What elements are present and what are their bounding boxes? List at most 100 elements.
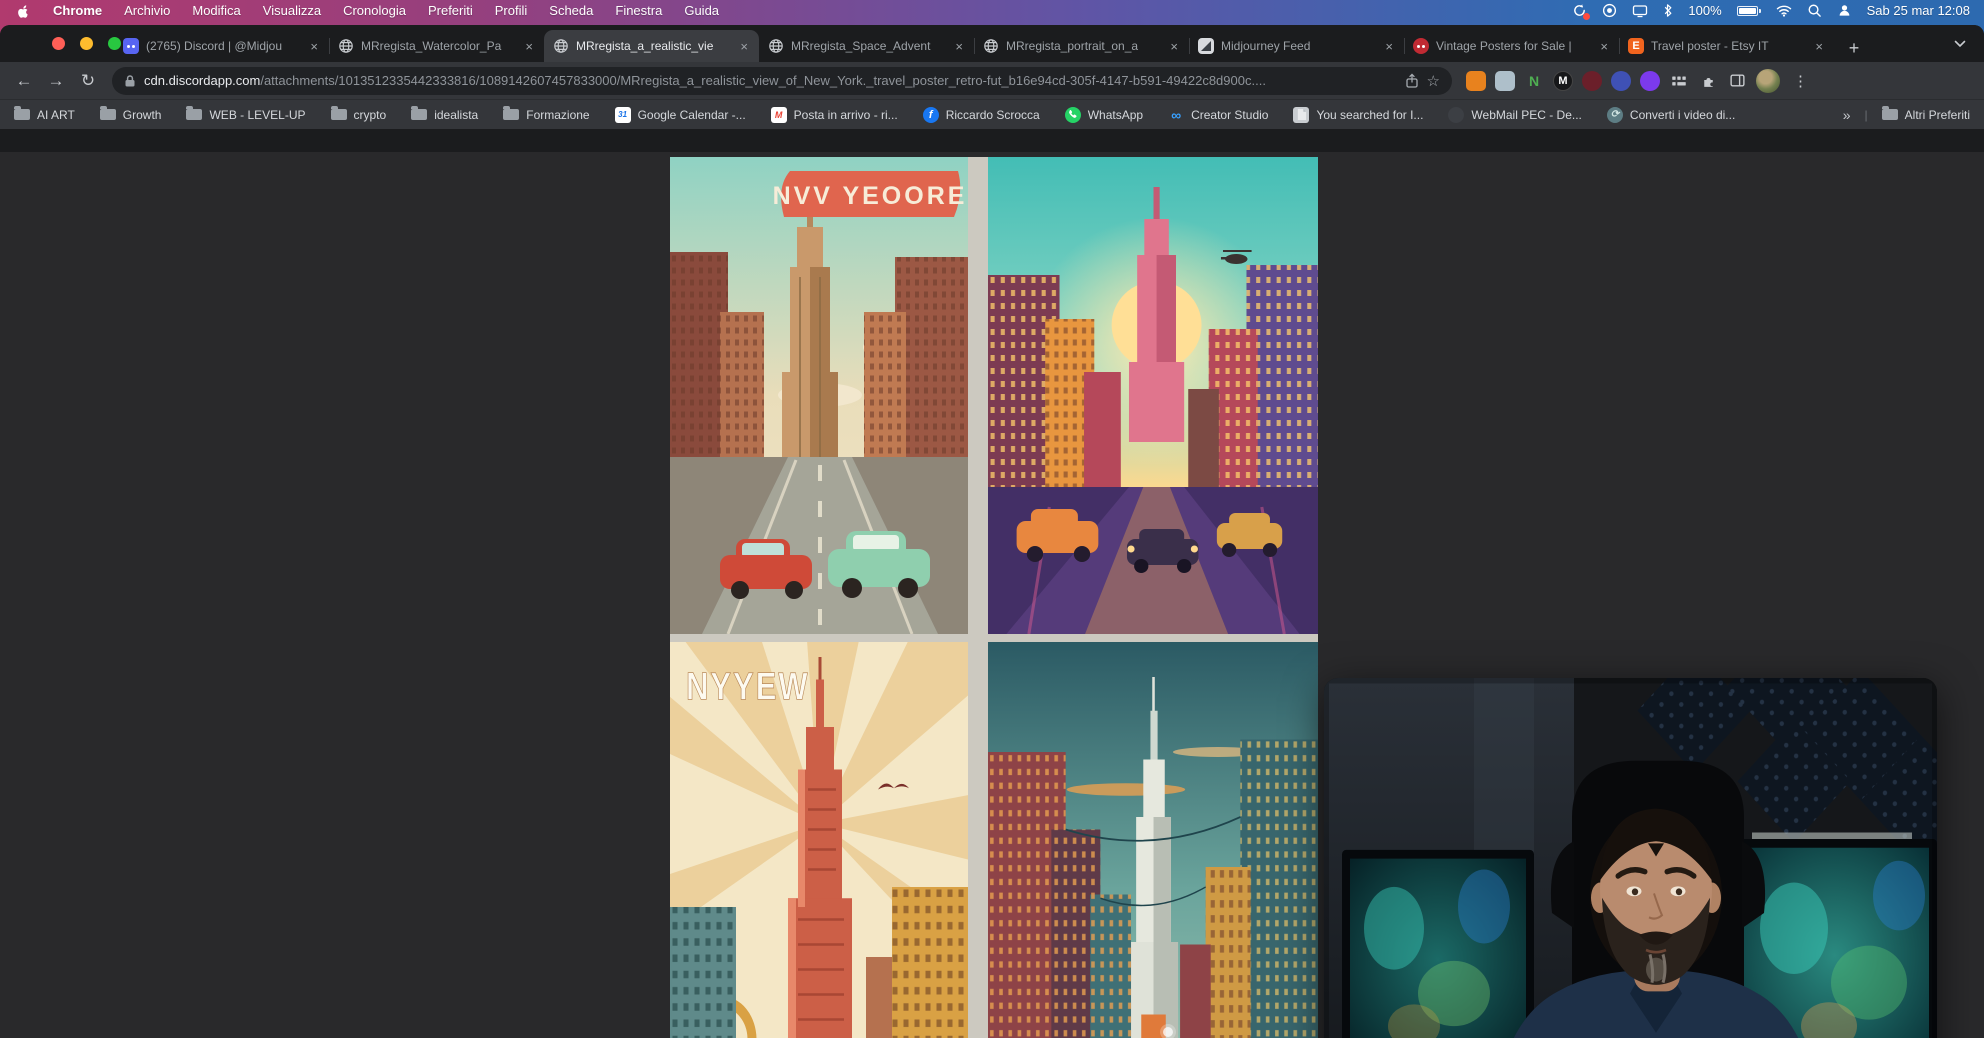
- close-tab-icon[interactable]: ×: [1168, 39, 1180, 54]
- close-tab-icon[interactable]: ×: [1813, 39, 1825, 54]
- bookmark-facebook-profile[interactable]: fRiccardo Scrocca: [923, 107, 1040, 123]
- menu-cronologia[interactable]: Cronologia: [343, 3, 406, 18]
- spotlight-icon[interactable]: [1807, 3, 1822, 18]
- bookmark-google-calendar[interactable]: 31Google Calendar -...: [615, 107, 746, 123]
- bluetooth-icon[interactable]: [1663, 3, 1673, 18]
- tab-search-chevron-icon[interactable]: [1954, 35, 1966, 53]
- reload-button[interactable]: ↻: [74, 67, 102, 95]
- midjourney-image-grid[interactable]: NVV YEOORE: [670, 157, 1318, 1038]
- bookmark-label: Posta in arrivo - ri...: [794, 108, 898, 122]
- menu-modifica[interactable]: Modifica: [192, 3, 240, 18]
- folder-icon: [503, 109, 519, 120]
- tab-watercolor[interactable]: MRregista_Watercolor_Pa ×: [329, 30, 544, 62]
- bookmark-label: Converti i video di...: [1630, 108, 1735, 122]
- google-calendar-icon: 31: [615, 107, 631, 123]
- ext-m-icon[interactable]: M: [1553, 71, 1573, 91]
- whatsapp-icon: [1065, 107, 1081, 123]
- vintage-favicon: [1413, 38, 1429, 54]
- share-icon[interactable]: [1405, 73, 1419, 89]
- menu-finestra[interactable]: Finestra: [615, 3, 662, 18]
- tab-vintage-posters[interactable]: Vintage Posters for Sale | ×: [1404, 30, 1619, 62]
- tab-midjourney-feed[interactable]: Midjourney Feed ×: [1189, 30, 1404, 62]
- bookmark-formazione[interactable]: Formazione: [503, 108, 589, 122]
- desktop: Chrome Archivio Modifica Visualizza Cron…: [0, 0, 1984, 1038]
- bookmark-label: AI ART: [37, 108, 75, 122]
- bookmarks-bar: AI ART Growth WEB - LEVEL-UP crypto idea…: [0, 99, 1984, 129]
- close-tab-icon[interactable]: ×: [523, 39, 535, 54]
- bookmark-web-level-up[interactable]: WEB - LEVEL-UP: [186, 108, 305, 122]
- menubar-clock[interactable]: Sab 25 mar 12:08: [1867, 3, 1970, 18]
- bookmark-label: WebMail PEC - De...: [1471, 108, 1581, 122]
- bookmark-growth[interactable]: Growth: [100, 108, 162, 122]
- sync-status-icon[interactable]: [1572, 3, 1587, 18]
- bookmark-creator-studio[interactable]: ∞Creator Studio: [1168, 107, 1268, 123]
- bookmark-gmail-inbox[interactable]: MPosta in arrivo - ri...: [771, 107, 898, 123]
- ext-maroon-icon[interactable]: [1582, 71, 1602, 91]
- bookmark-converti-video[interactable]: ⟳Converti i video di...: [1607, 107, 1735, 123]
- extensions-puzzle-icon[interactable]: [1698, 71, 1718, 91]
- globe-favicon: [553, 38, 569, 54]
- bookmark-label: idealista: [434, 108, 478, 122]
- webcam-overlay: [1324, 678, 1937, 1038]
- tab-etsy[interactable]: E Travel poster - Etsy IT ×: [1619, 30, 1834, 62]
- tab-space-adventure[interactable]: MRregista_Space_Advent ×: [759, 30, 974, 62]
- ext-green-icon[interactable]: N: [1524, 71, 1544, 91]
- poster-sunset-street: [988, 157, 1318, 634]
- back-button[interactable]: ←: [10, 67, 38, 95]
- menu-dots-icon[interactable]: ⋮: [1789, 72, 1813, 90]
- display-icon[interactable]: [1632, 4, 1648, 18]
- ext-metamask-icon[interactable]: [1466, 71, 1486, 91]
- menu-archivio[interactable]: Archivio: [124, 3, 170, 18]
- poster-retro-new-york: NVV YEOORE: [670, 157, 968, 634]
- tab-label: MRregista_Space_Advent: [791, 39, 946, 53]
- lock-icon: [124, 74, 136, 88]
- tab-realistic-view-active[interactable]: MRregista_a_realistic_vie ×: [544, 30, 759, 62]
- new-tab-button[interactable]: +: [1840, 34, 1868, 62]
- left-monitor: [1342, 850, 1534, 1038]
- menu-scheda[interactable]: Scheda: [549, 3, 593, 18]
- menu-chrome[interactable]: Chrome: [53, 3, 102, 18]
- ext-teal-icon[interactable]: [1495, 71, 1515, 91]
- bookmark-webmail-pec[interactable]: WebMail PEC - De...: [1448, 107, 1581, 123]
- url-path: /attachments/1013512335442333816/1089142…: [260, 73, 1266, 88]
- tab-discord[interactable]: (2765) Discord | @Midjou ×: [114, 30, 329, 62]
- bookmark-crypto[interactable]: crypto: [331, 108, 387, 122]
- close-tab-icon[interactable]: ×: [308, 39, 320, 54]
- tab-portrait[interactable]: MRregista_portrait_on_a ×: [974, 30, 1189, 62]
- apple-menu-icon[interactable]: [16, 3, 31, 19]
- address-bar[interactable]: cdn.discordapp.com/attachments/101351233…: [112, 67, 1452, 95]
- close-tab-icon[interactable]: ×: [738, 39, 750, 54]
- bookmark-star-icon[interactable]: ☆: [1427, 72, 1440, 90]
- ext-purple-icon[interactable]: [1640, 71, 1660, 91]
- close-tab-icon[interactable]: ×: [1383, 39, 1395, 54]
- wifi-icon[interactable]: [1776, 4, 1792, 17]
- forward-button[interactable]: →: [42, 67, 70, 95]
- user-switch-icon[interactable]: [1837, 3, 1852, 18]
- menu-preferiti[interactable]: Preferiti: [428, 3, 473, 18]
- tab-label: (2765) Discord | @Midjou: [146, 39, 301, 53]
- record-icon[interactable]: [1602, 3, 1617, 18]
- sidebar-icon[interactable]: [1727, 71, 1747, 91]
- minimize-window-button[interactable]: [80, 37, 93, 50]
- close-window-button[interactable]: [52, 37, 65, 50]
- bookmark-ai-art[interactable]: AI ART: [14, 108, 75, 122]
- bookmark-you-searched[interactable]: You searched for I...: [1293, 107, 1423, 123]
- bookmarks-overflow-chevron[interactable]: »: [1843, 107, 1851, 123]
- folder-icon: [14, 109, 30, 120]
- close-tab-icon[interactable]: ×: [1598, 39, 1610, 54]
- profile-avatar[interactable]: [1756, 69, 1780, 93]
- close-tab-icon[interactable]: ×: [953, 39, 965, 54]
- bookmark-altri-preferiti[interactable]: Altri Preferiti: [1882, 108, 1970, 122]
- bookmark-label: Growth: [123, 108, 162, 122]
- browser-toolbar: ← → ↻ cdn.discordapp.com/attachments/101…: [0, 62, 1984, 99]
- folder-icon: [331, 109, 347, 120]
- ext-blue-icon[interactable]: [1611, 71, 1631, 91]
- meta-infinity-icon: ∞: [1168, 107, 1184, 123]
- menu-visualizza[interactable]: Visualizza: [263, 3, 321, 18]
- bookmark-label: WEB - LEVEL-UP: [209, 108, 305, 122]
- bookmark-whatsapp[interactable]: WhatsApp: [1065, 107, 1143, 123]
- keyboard-icon[interactable]: [1669, 71, 1689, 91]
- menu-profili[interactable]: Profili: [495, 3, 528, 18]
- menu-guida[interactable]: Guida: [684, 3, 719, 18]
- bookmark-idealista[interactable]: idealista: [411, 108, 478, 122]
